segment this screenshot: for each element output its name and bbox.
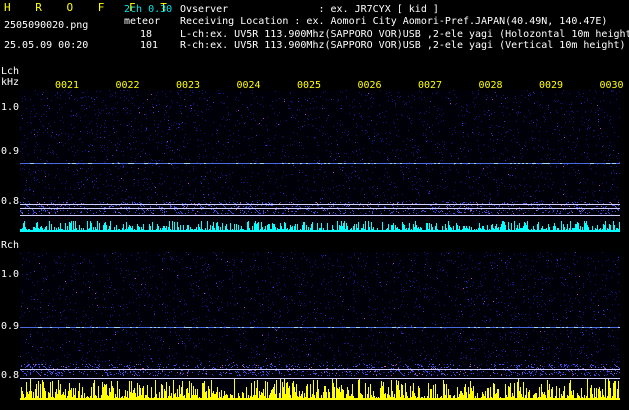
rch-spectrogram xyxy=(20,252,620,400)
lch-label: Lch xyxy=(1,66,20,77)
mode-label: 2ch 0.30 xyxy=(124,4,173,15)
observer-line: Ovserver : ex. JR7CYX [ kid ] xyxy=(180,4,439,15)
meteor-count-rch: 101 xyxy=(140,40,159,51)
lch-spectrogram xyxy=(20,90,620,232)
hroffft-screen: H R O F F T 2ch 0.30 2505090020.png 25.0… xyxy=(0,0,629,410)
timestamp-label: 25.05.09 00:20 xyxy=(4,40,89,51)
lch-tick-0-9: 0.9 xyxy=(1,146,20,157)
filename-label: 2505090020.png xyxy=(4,20,89,31)
lch-tick-0-8: 0.8 xyxy=(1,196,20,207)
location-line: Receiving Location : ex. Aomori City Aom… xyxy=(180,16,608,27)
lch-unit-label: kHz xyxy=(1,77,20,88)
lch-tick-1-0: 1.0 xyxy=(1,102,20,113)
rch-tick-0-8: 0.8 xyxy=(1,370,20,381)
rch-tick-0-9: 0.9 xyxy=(1,321,20,332)
rch-tick-1-0: 1.0 xyxy=(1,269,20,280)
rch-label: Rch xyxy=(1,240,20,251)
meteor-label: meteor xyxy=(124,16,161,27)
rch-info-line: R-ch:ex. UV5R 113.900Mhz(SAPPORO VOR)USB… xyxy=(180,40,626,51)
